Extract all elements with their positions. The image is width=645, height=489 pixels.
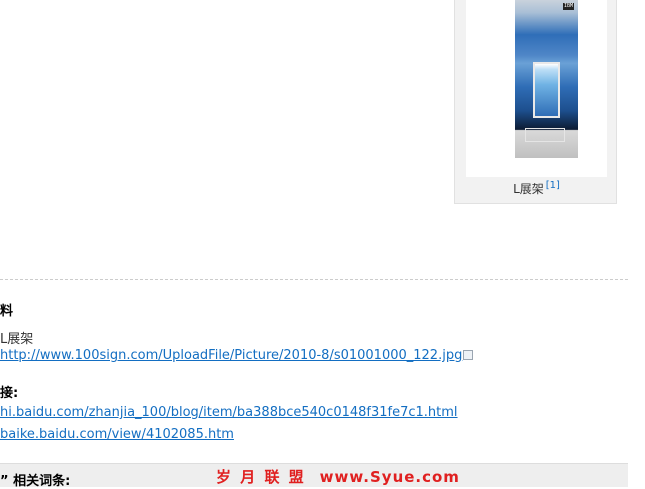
external-link-icon: [463, 350, 474, 360]
related-terms-heading: ” 相关词条:: [0, 474, 71, 489]
references-heading: 料: [0, 304, 14, 319]
stand-base-graphic: [525, 128, 565, 142]
watermark-cn: 岁 月 联 盟: [216, 468, 306, 486]
reference-item-name: L展架: [0, 332, 34, 347]
watermark-url: www.Syue.com: [319, 468, 460, 486]
display-stand-image: IBM: [515, 0, 578, 158]
reference-item-url-link[interactable]: http://www.100sign.com/UploadFile/Pictur…: [0, 348, 462, 363]
section-divider: [0, 279, 628, 280]
figure-caption-text: L展架: [513, 182, 544, 196]
figure-box: IBM L展架 [1]: [454, 0, 617, 204]
links-heading: 接:: [0, 386, 19, 401]
figure-image[interactable]: IBM: [466, 0, 607, 177]
footnote-link[interactable]: [1]: [546, 180, 560, 191]
reference-item-url-row: http://www.100sign.com/UploadFile/Pictur…: [0, 348, 474, 363]
figure-caption: L展架 [1]: [455, 180, 618, 197]
external-link-1[interactable]: hi.baidu.com/zhanjia_100/blog/item/ba388…: [0, 405, 458, 420]
stand-door-graphic: [533, 62, 560, 118]
watermark: 岁 月 联 盟 www.Syue.com: [216, 466, 460, 487]
brand-logo: IBM: [563, 3, 574, 10]
external-link-2[interactable]: baike.baidu.com/view/4102085.htm: [0, 427, 234, 442]
